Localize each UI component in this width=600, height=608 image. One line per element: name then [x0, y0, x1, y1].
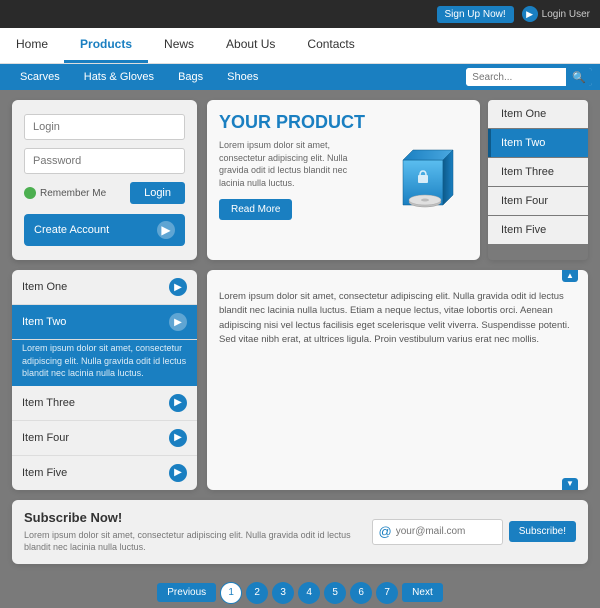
- login-input[interactable]: [24, 114, 185, 140]
- promo-text: YOUR PRODUCT Lorem ipsum dolor sit amet,…: [219, 112, 368, 248]
- item-left-3[interactable]: Item Three ▶: [12, 386, 197, 421]
- promo-image: [378, 112, 468, 248]
- promo-title: YOUR PRODUCT: [219, 112, 368, 133]
- page-7[interactable]: 7: [376, 582, 398, 604]
- remember-me[interactable]: Remember Me: [24, 187, 106, 199]
- nav-home[interactable]: Home: [0, 28, 64, 63]
- item-right-1[interactable]: Item One: [488, 100, 588, 128]
- main-content: Remember Me Login Create Account ▶ YOUR …: [0, 90, 600, 574]
- email-input-wrap: @: [372, 519, 503, 545]
- play-icon-4[interactable]: ▶: [169, 429, 187, 447]
- at-icon: @: [379, 524, 392, 539]
- scroll-bottom[interactable]: ▼: [562, 478, 578, 490]
- page-3[interactable]: 3: [272, 582, 294, 604]
- login-icon: ▶: [522, 6, 538, 22]
- item-left-4[interactable]: Item Four ▶: [12, 421, 197, 456]
- item-left-1[interactable]: Item One ▶: [12, 270, 197, 305]
- page-2[interactable]: 2: [246, 582, 268, 604]
- nav-products[interactable]: Products: [64, 28, 148, 63]
- promo-box: YOUR PRODUCT Lorem ipsum dolor sit amet,…: [207, 100, 480, 260]
- page-1[interactable]: 1: [220, 582, 242, 604]
- play-icon-3[interactable]: ▶: [169, 394, 187, 412]
- play-icon-2[interactable]: ▶: [169, 313, 187, 331]
- play-icon-1[interactable]: ▶: [169, 278, 187, 296]
- page-4[interactable]: 4: [298, 582, 320, 604]
- login-user[interactable]: ▶ Login User: [522, 6, 590, 22]
- search-box: 🔍: [466, 68, 592, 86]
- pagination: Previous 1 2 3 4 5 6 7 Next: [0, 574, 600, 608]
- subscribe-row: Subscribe Now! Lorem ipsum dolor sit ame…: [12, 500, 588, 564]
- login-box: Remember Me Login Create Account ▶: [12, 100, 197, 260]
- item-left-5[interactable]: Item Five ▶: [12, 456, 197, 490]
- items-list-right: Item One Item Two Item Three Item Four I…: [488, 100, 588, 260]
- subnav-scarves[interactable]: Scarves: [8, 64, 72, 90]
- search-button[interactable]: 🔍: [566, 68, 592, 86]
- promo-desc: Lorem ipsum dolor sit amet, consectetur …: [219, 139, 368, 189]
- content-box: ▲ Lorem ipsum dolor sit amet, consectetu…: [207, 270, 588, 490]
- product-image: [383, 140, 463, 220]
- email-input[interactable]: [396, 526, 496, 537]
- promo-area: YOUR PRODUCT Lorem ipsum dolor sit amet,…: [207, 100, 588, 260]
- nav-news[interactable]: News: [148, 28, 210, 63]
- create-account-bar[interactable]: Create Account ▶: [24, 214, 185, 246]
- item-left-2-content: Lorem ipsum dolor sit amet, consectetur …: [12, 340, 197, 386]
- item-left-2[interactable]: Item Two ▶: [12, 305, 197, 340]
- nav-aboutus[interactable]: About Us: [210, 28, 291, 63]
- sub-nav: Scarves Hats & Gloves Bags Shoes 🔍: [0, 64, 600, 90]
- item-right-4[interactable]: Item Four: [488, 187, 588, 215]
- password-input[interactable]: [24, 148, 185, 174]
- content-text: Lorem ipsum dolor sit amet, consectetur …: [219, 282, 576, 347]
- item-right-3[interactable]: Item Three: [488, 158, 588, 186]
- subscribe-text: Subscribe Now! Lorem ipsum dolor sit ame…: [24, 510, 360, 554]
- item-right-2[interactable]: Item Two: [488, 129, 588, 157]
- item-right-5[interactable]: Item Five: [488, 216, 588, 244]
- search-input[interactable]: [466, 68, 566, 86]
- readmore-button[interactable]: Read More: [219, 199, 292, 220]
- signup-button[interactable]: Sign Up Now!: [437, 6, 514, 23]
- nav-bar: Home Products News About Us Contacts: [0, 28, 600, 64]
- subscribe-box: Subscribe Now! Lorem ipsum dolor sit ame…: [12, 500, 588, 564]
- nav-contacts[interactable]: Contacts: [291, 28, 370, 63]
- subscribe-form: @ Subscribe!: [372, 519, 576, 545]
- create-account-icon: ▶: [157, 221, 175, 239]
- items-list-left: Item One ▶ Item Two ▶ Lorem ipsum dolor …: [12, 270, 197, 490]
- subscribe-desc: Lorem ipsum dolor sit amet, consectetur …: [24, 529, 360, 554]
- subnav-hats[interactable]: Hats & Gloves: [72, 64, 166, 90]
- login-options-row: Remember Me Login: [24, 182, 185, 204]
- subnav-shoes[interactable]: Shoes: [215, 64, 270, 90]
- scroll-top[interactable]: ▲: [562, 270, 578, 282]
- remember-radio[interactable]: [24, 187, 36, 199]
- login-button[interactable]: Login: [130, 182, 185, 204]
- subnav-bags[interactable]: Bags: [166, 64, 215, 90]
- page-5[interactable]: 5: [324, 582, 346, 604]
- top-bar: Sign Up Now! ▶ Login User: [0, 0, 600, 28]
- subscribe-button[interactable]: Subscribe!: [509, 521, 576, 542]
- subscribe-title: Subscribe Now!: [24, 510, 360, 525]
- play-icon-5[interactable]: ▶: [169, 464, 187, 482]
- page-6[interactable]: 6: [350, 582, 372, 604]
